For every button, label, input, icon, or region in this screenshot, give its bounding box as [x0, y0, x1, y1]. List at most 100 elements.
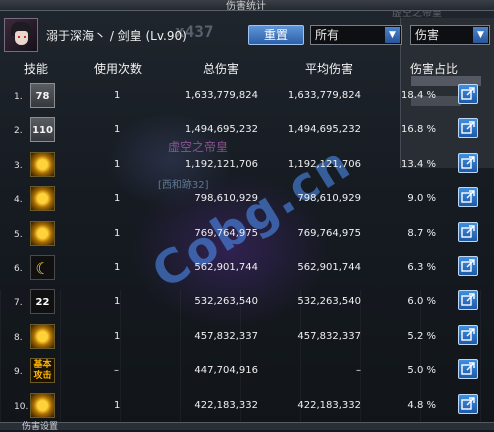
- chevron-down-icon[interactable]: ▼: [385, 27, 400, 43]
- uses-count: 1: [114, 262, 121, 273]
- detail-button[interactable]: [458, 324, 478, 345]
- column-header-percentage[interactable]: 伤害占比: [410, 60, 458, 77]
- average-damage: 457,832,337: [297, 330, 361, 342]
- golden-slash-skill-icon: [30, 220, 55, 246]
- total-damage: 798,610,929: [194, 193, 258, 205]
- damage-percentage: 5.0 %: [407, 365, 436, 377]
- row-number: 4.: [14, 195, 23, 206]
- detail-button[interactable]: [458, 187, 478, 208]
- damage-type-select[interactable]: 伤害 ▼: [410, 25, 490, 45]
- average-damage: 1,494,695,232: [287, 124, 361, 136]
- total-damage: 562,901,744: [194, 262, 258, 273]
- crescent-moon-skill-icon: ☾: [30, 255, 55, 280]
- uses-count: 1: [114, 330, 121, 342]
- avatar: [4, 18, 38, 52]
- table-row[interactable]: 1. 78 1 1,633,779,824 1,633,779,824 18.4 %: [0, 80, 494, 110]
- table-row[interactable]: 6. ☾ 1 562,901,744 562,901,744 6.3 %: [0, 252, 494, 282]
- average-damage: 532,263,540: [297, 296, 361, 308]
- average-damage: 769,764,975: [297, 227, 361, 239]
- window-title: 伤害统计: [226, 1, 266, 12]
- detail-button[interactable]: [458, 118, 478, 139]
- target-select-value: 所有: [315, 28, 340, 42]
- total-damage: 422,183,332: [194, 399, 258, 411]
- column-header-total[interactable]: 总伤害: [203, 60, 239, 77]
- total-damage: 457,832,337: [194, 330, 258, 342]
- row-number: 10.: [14, 401, 29, 412]
- stats-header: 溺于深海丶 / 剑皇 (Lv.90) 重置 所有 ▼ 伤害 ▼: [0, 12, 494, 54]
- average-damage: 422,183,332: [297, 399, 361, 411]
- uses-count: 1: [114, 158, 121, 170]
- damage-type-select-value: 伤害: [415, 28, 440, 42]
- detail-button[interactable]: [458, 221, 478, 242]
- detail-button[interactable]: [458, 290, 478, 311]
- total-damage: 1,494,695,232: [184, 124, 258, 136]
- reset-button[interactable]: 重置: [248, 25, 304, 45]
- row-number: 3.: [14, 160, 23, 171]
- uses-count: –: [114, 365, 119, 377]
- table-row[interactable]: 2. 110 1 1,494,695,232 1,494,695,232 16.8 %: [0, 114, 494, 144]
- player-name: 溺于深海丶 / 剑皇 (Lv.90): [46, 29, 187, 43]
- row-number: 8.: [14, 332, 23, 343]
- table-row[interactable]: 8. 1 457,832,337 457,832,337 5.2 %: [0, 321, 494, 351]
- chevron-down-icon[interactable]: ▼: [473, 27, 488, 43]
- average-damage: 1,633,779,824: [287, 90, 361, 101]
- detail-button[interactable]: [458, 152, 478, 173]
- table-row[interactable]: 4. 1 798,610,929 798,610,929 9.0 %: [0, 183, 494, 213]
- external-link-icon: [461, 156, 475, 169]
- column-header-uses[interactable]: 使用次数: [94, 60, 142, 77]
- damage-percentage: 6.3 %: [407, 262, 436, 273]
- external-link-icon: [461, 396, 475, 410]
- uses-count: 1: [114, 124, 121, 136]
- window-title-bar[interactable]: 伤害统计: [0, 0, 494, 12]
- table-row[interactable]: 10. 1 422,183,332 422,183,332 4.8 %: [0, 390, 494, 420]
- uses-count: 1: [114, 227, 121, 239]
- dark-skill-22-icon: 22: [30, 289, 55, 315]
- row-number: 9.: [14, 367, 23, 378]
- table-row[interactable]: 9. 基本攻击 – 447,704,916 – 5.0 %: [0, 355, 494, 385]
- row-number: 7.: [14, 298, 23, 309]
- average-damage: 562,901,744: [297, 262, 361, 273]
- target-select[interactable]: 所有 ▼: [310, 25, 402, 45]
- damage-percentage: 8.7 %: [407, 227, 436, 239]
- external-link-icon: [461, 362, 475, 375]
- total-damage: 1,633,779,824: [184, 90, 258, 101]
- external-link-icon: [461, 224, 475, 238]
- average-damage: 1,192,121,706: [287, 158, 361, 170]
- external-link-icon: [461, 87, 475, 100]
- column-header-skill[interactable]: 技能: [24, 60, 48, 77]
- row-number: 2.: [14, 126, 23, 137]
- damage-percentage: 13.4 %: [401, 158, 436, 170]
- row-number: 1.: [14, 92, 23, 102]
- detail-button[interactable]: [458, 256, 478, 276]
- detail-button[interactable]: [458, 393, 478, 414]
- table-row[interactable]: 3. 1 1,192,121,706 1,192,121,706 13.4 %: [0, 149, 494, 179]
- detail-button[interactable]: [458, 84, 478, 104]
- row-number: 6.: [14, 264, 23, 274]
- damage-percentage: 6.0 %: [407, 296, 436, 308]
- external-link-icon: [461, 259, 475, 272]
- damage-percentage: 9.0 %: [407, 193, 436, 205]
- gray-skill-78-icon: 78: [30, 83, 55, 108]
- table-row[interactable]: 5. 1 769,764,975 769,764,975 8.7 %: [0, 218, 494, 248]
- external-link-icon: [461, 121, 475, 135]
- basic-attack-icon: 基本攻击: [30, 358, 55, 384]
- uses-count: 1: [114, 399, 121, 411]
- external-link-icon: [461, 190, 475, 203]
- damage-percentage: 18.4 %: [401, 90, 436, 101]
- golden-wave-skill-icon: [30, 392, 55, 418]
- detail-button[interactable]: [458, 359, 478, 380]
- golden-star-skill-icon: [30, 323, 55, 349]
- uses-count: 1: [114, 90, 121, 101]
- external-link-icon: [461, 328, 475, 341]
- footer-label: 伤害设置: [22, 422, 59, 432]
- total-damage: 1,192,121,706: [184, 158, 258, 170]
- uses-count: 1: [114, 296, 121, 308]
- table-header: 技能 使用次数 总伤害 平均伤害 伤害占比: [0, 58, 494, 78]
- column-header-average[interactable]: 平均伤害: [305, 60, 353, 77]
- total-damage: 532,263,540: [194, 296, 258, 308]
- row-number: 5.: [14, 229, 23, 240]
- gray-skill-110-icon: 110: [30, 117, 55, 143]
- golden-burst-skill-icon: [30, 151, 55, 177]
- table-row[interactable]: 7. 22 1 532,263,540 532,263,540 6.0 %: [0, 286, 494, 316]
- uses-count: 1: [114, 193, 121, 205]
